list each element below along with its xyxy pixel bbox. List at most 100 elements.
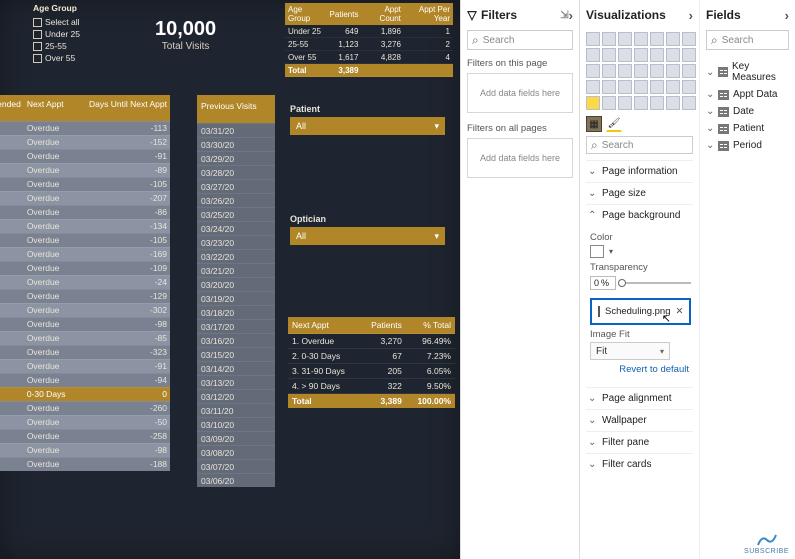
table-row[interactable]: /200-30 Days0 — [0, 387, 170, 401]
table-row[interactable]: /20Overdue-89 — [0, 163, 170, 177]
acc-page-background[interactable]: Page background — [586, 204, 693, 226]
table-row[interactable]: /20Overdue-113 — [0, 121, 170, 135]
viz-type-icon[interactable] — [634, 48, 648, 62]
viz-type-icon[interactable] — [650, 32, 664, 46]
dropdown-value[interactable]: All — [290, 117, 445, 135]
acc-filter-pane[interactable]: Filter pane — [586, 431, 693, 453]
table-row[interactable]: Over 551,6174,8284 — [285, 51, 453, 64]
viz-type-icon[interactable] — [666, 48, 680, 62]
acc-page-size[interactable]: Page size — [586, 182, 693, 204]
close-icon[interactable]: ✕ — [676, 306, 684, 317]
viz-type-icon[interactable] — [602, 80, 616, 94]
table-row[interactable]: /19Overdue-258 — [0, 429, 170, 443]
list-item[interactable]: 03/09/20 — [197, 431, 275, 445]
viz-type-icon[interactable] — [650, 80, 664, 94]
list-item[interactable]: 03/13/20 — [197, 375, 275, 389]
table-row[interactable]: /19Overdue-260 — [0, 401, 170, 415]
list-item[interactable]: 03/26/20 — [197, 193, 275, 207]
viz-type-icon[interactable] — [682, 48, 696, 62]
table-row[interactable]: /20Overdue-152 — [0, 135, 170, 149]
table-row[interactable]: 25-551,1233,2762 — [285, 38, 453, 51]
table-row[interactable]: /20Overdue-86 — [0, 205, 170, 219]
optician-dropdown[interactable]: Optician All — [290, 214, 445, 245]
checkbox-icon[interactable] — [33, 30, 42, 39]
list-item[interactable]: 03/08/20 — [197, 445, 275, 459]
table-row[interactable]: /20Overdue-24 — [0, 275, 170, 289]
collapse-icon[interactable] — [785, 8, 789, 23]
viz-type-icon[interactable] — [650, 96, 664, 110]
format-tab-icon[interactable]: 🖌 — [606, 116, 622, 132]
pin-icon[interactable]: ⇲ — [560, 10, 568, 21]
table-row[interactable]: /20Overdue-134 — [0, 219, 170, 233]
list-item[interactable]: 03/18/20 — [197, 305, 275, 319]
filters-dropzone[interactable]: Add data fields here — [467, 73, 573, 113]
list-item[interactable]: 03/27/20 — [197, 179, 275, 193]
acc-page-alignment[interactable]: Page alignment — [586, 387, 693, 409]
image-fit-select[interactable]: Fit — [590, 342, 670, 360]
viz-type-icon[interactable] — [634, 64, 648, 78]
viz-type-icon[interactable] — [666, 32, 680, 46]
table-row[interactable]: /20Overdue-91 — [0, 149, 170, 163]
table-row[interactable]: /20Overdue-169 — [0, 247, 170, 261]
viz-type-icon[interactable] — [586, 80, 600, 94]
list-item[interactable]: 03/20/20 — [197, 277, 275, 291]
list-item[interactable]: 03/19/20 — [197, 291, 275, 305]
viz-type-icon[interactable] — [602, 96, 616, 110]
patient-dropdown[interactable]: Patient All — [290, 104, 445, 135]
list-item[interactable]: 03/29/20 — [197, 151, 275, 165]
filters-dropzone[interactable]: Add data fields here — [467, 138, 573, 178]
collapse-icon[interactable] — [689, 8, 693, 23]
acc-wallpaper[interactable]: Wallpaper — [586, 409, 693, 431]
list-item[interactable]: 03/10/20 — [197, 417, 275, 431]
viz-type-icon[interactable] — [666, 64, 680, 78]
collapse-icon[interactable] — [569, 8, 573, 23]
viz-gallery[interactable] — [586, 32, 693, 110]
viz-type-icon[interactable] — [618, 32, 632, 46]
list-item[interactable]: 03/12/20 — [197, 389, 275, 403]
list-item[interactable]: 03/30/20 — [197, 137, 275, 151]
viz-type-icon[interactable] — [650, 48, 664, 62]
list-item[interactable]: 03/24/20 — [197, 221, 275, 235]
list-item[interactable]: 03/21/20 — [197, 263, 275, 277]
list-item[interactable]: 03/07/20 — [197, 459, 275, 473]
color-picker[interactable] — [590, 245, 691, 258]
table-row[interactable]: /20Overdue-98 — [0, 317, 170, 331]
table-row[interactable]: 4. > 90 Days3229.50% — [288, 379, 455, 394]
viz-type-icon[interactable] — [650, 64, 664, 78]
appointments-table[interactable]: mmended Next Appt Days Until Next Appt /… — [0, 95, 170, 471]
transparency-slider[interactable] — [620, 278, 691, 288]
viz-type-icon[interactable] — [666, 96, 680, 110]
transparency-input[interactable]: 0% — [590, 276, 616, 290]
acc-page-info[interactable]: Page information — [586, 160, 693, 182]
viz-type-icon[interactable] — [618, 80, 632, 94]
field-table[interactable]: Key Measures — [706, 58, 789, 86]
field-table[interactable]: Date — [706, 103, 789, 120]
table-row[interactable]: /20Overdue-85 — [0, 331, 170, 345]
viz-type-icon[interactable] — [602, 48, 616, 62]
fields-tab-icon[interactable]: ▦ — [586, 116, 602, 132]
viz-type-icon[interactable] — [618, 96, 632, 110]
table-row[interactable]: /19Overdue-129 — [0, 289, 170, 303]
fields-search[interactable]: Search — [706, 30, 789, 50]
table-row[interactable]: /20Overdue-98 — [0, 443, 170, 457]
viz-type-icon[interactable] — [586, 32, 600, 46]
viz-type-icon[interactable] — [634, 32, 648, 46]
list-item[interactable]: 03/14/20 — [197, 361, 275, 375]
table-row[interactable]: /19Overdue-323 — [0, 345, 170, 359]
list-item[interactable]: 03/17/20 — [197, 319, 275, 333]
table-row[interactable]: /20Overdue-207 — [0, 191, 170, 205]
checkbox-icon[interactable] — [33, 54, 42, 63]
table-row[interactable]: /20Overdue-105 — [0, 233, 170, 247]
viz-type-icon[interactable] — [586, 96, 600, 110]
table-row[interactable]: 2. 0-30 Days677.23% — [288, 349, 455, 364]
table-row[interactable]: /20Overdue-105 — [0, 177, 170, 191]
viz-search[interactable]: Search — [586, 136, 693, 154]
viz-type-icon[interactable] — [586, 64, 600, 78]
table-row[interactable]: 1. Overdue3,27096.49% — [288, 334, 455, 349]
table-row[interactable]: /20Overdue-188 — [0, 457, 170, 471]
revert-link[interactable]: Revert to default — [590, 360, 691, 381]
list-item[interactable]: 03/16/20 — [197, 333, 275, 347]
list-item[interactable]: 03/22/20 — [197, 249, 275, 263]
list-item[interactable]: 03/11/20 — [197, 403, 275, 417]
checkbox-icon[interactable] — [33, 18, 42, 27]
